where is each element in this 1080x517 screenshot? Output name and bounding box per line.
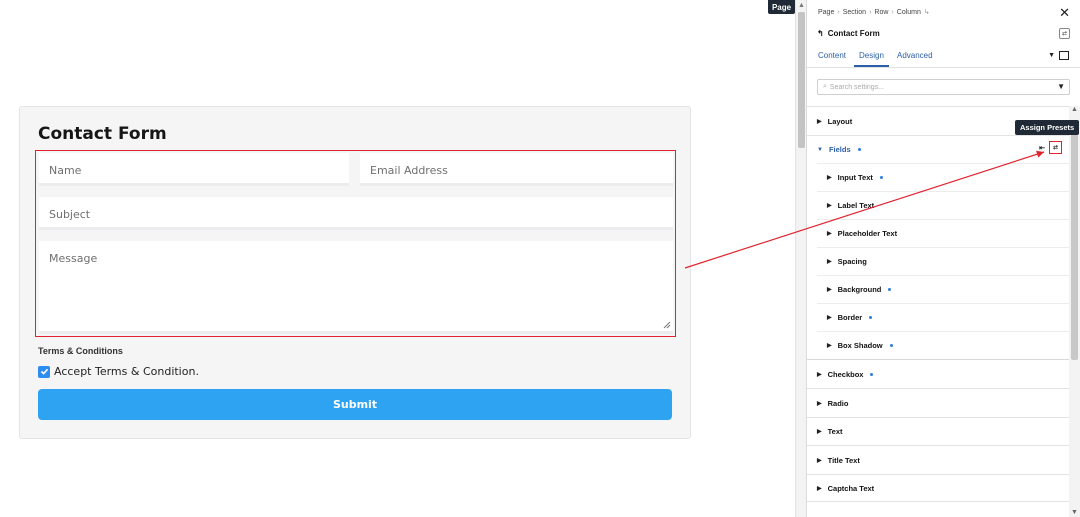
builder-canvas: Page Contact Form Name Email Address Sub… [0, 0, 795, 517]
reset-icon[interactable]: ⇤ [1039, 144, 1045, 152]
caret-down-icon: ▼ [817, 146, 823, 153]
device-square-icon[interactable] [1059, 51, 1069, 60]
page-tag[interactable]: Page [768, 0, 795, 14]
modified-dot [870, 372, 874, 376]
breadcrumb-row[interactable]: Row [874, 9, 888, 16]
subsection-box-shadow[interactable]: ▶ Box Shadow [817, 331, 1070, 359]
return-arrow-icon: ↳ [923, 9, 930, 16]
panel-title: Contact Form [827, 29, 880, 38]
section-label: Title Text [827, 455, 860, 465]
breadcrumb-page[interactable]: Page [818, 9, 834, 16]
filter-icon[interactable]: ▼ [1057, 82, 1065, 91]
contact-form-module[interactable]: Contact Form Name Email Address Subject … [19, 106, 691, 439]
caret-down-icon[interactable]: ▼ [1048, 52, 1055, 59]
settings-search-input[interactable]: ⌕ Search settings... ▼ [817, 79, 1070, 95]
tab-tools: ▼ [1048, 51, 1069, 60]
caret-right-icon: ▶ [827, 231, 832, 237]
subsection-placeholder-text[interactable]: ▶ Placeholder Text [817, 219, 1070, 247]
section-title-text[interactable]: ▶ Title Text [807, 445, 1070, 474]
terms-checkbox-text: Accept Terms & Condition. [54, 365, 199, 378]
scroll-up-icon[interactable]: ▲ [798, 2, 805, 9]
tab-content[interactable]: Content [818, 51, 846, 65]
subsection-label-text[interactable]: ▶ Label Text [817, 191, 1070, 219]
caret-right-icon: ▶ [817, 371, 822, 378]
search-placeholder: Search settings... [829, 83, 885, 91]
caret-right-icon: ▶ [817, 457, 822, 464]
tab-advanced[interactable]: Advanced [897, 51, 933, 65]
modified-dot [857, 148, 861, 151]
assign-presets-tooltip: Assign Presets [1015, 120, 1080, 135]
breadcrumb-section[interactable]: Section [843, 9, 866, 16]
terms-row[interactable]: Accept Terms & Condition. [38, 365, 199, 378]
canvas-scrollbar[interactable]: ▲ [795, 0, 806, 517]
section-checkbox[interactable]: ▶ Checkbox [807, 359, 1070, 388]
subsection-label: Input Text [837, 173, 873, 182]
modified-dot [879, 176, 883, 179]
subsection-spacing[interactable]: ▶ Spacing [817, 247, 1070, 275]
search-icon: ⌕ [823, 83, 827, 90]
terms-checkbox[interactable] [38, 365, 50, 378]
chevron-right-icon: › [837, 8, 840, 16]
subsection-label: Label Text [837, 201, 875, 210]
modified-dot [888, 288, 892, 291]
fields-highlight-box [35, 150, 676, 337]
chevron-right-icon: › [891, 8, 894, 16]
section-label: Fields [828, 145, 851, 154]
back-arrow-icon[interactable]: ↰ [817, 29, 824, 38]
caret-right-icon: ▶ [827, 343, 832, 349]
panel-tabs: Content Design Advanced ▼ [807, 46, 1080, 68]
section-label: Radio [827, 398, 849, 408]
subsection-border[interactable]: ▶ Border [817, 303, 1070, 331]
breadcrumb-column[interactable]: Column [897, 9, 921, 16]
panel-title-row: ↰ Contact Form [817, 29, 880, 38]
subsection-label: Background [837, 285, 882, 294]
check-icon [40, 368, 48, 375]
section-fields[interactable]: ▼ Fields ⇤ ⇄ [807, 135, 1070, 163]
panel-scrollbar[interactable]: ▲ ▼ [1069, 106, 1080, 517]
subsection-label: Placeholder Text [837, 229, 898, 238]
form-title: Contact Form [38, 124, 167, 144]
caret-right-icon: ▶ [827, 259, 832, 265]
canvas-scroll-thumb[interactable] [798, 12, 805, 148]
caret-right-icon: ▶ [817, 485, 822, 492]
caret-right-icon: ▶ [817, 400, 822, 407]
modified-dot [869, 316, 873, 319]
section-label: Captcha Text [827, 483, 875, 493]
panel-scroll-thumb[interactable] [1071, 120, 1078, 360]
chevron-right-icon: › [869, 8, 872, 16]
section-label: Text [827, 427, 843, 436]
caret-right-icon: ▶ [827, 203, 832, 209]
tab-design[interactable]: Design [854, 51, 889, 67]
section-label: Layout [827, 116, 853, 126]
assign-presets-button[interactable]: ⇄ [1049, 141, 1062, 154]
section-text[interactable]: ▶ Text [807, 417, 1070, 445]
section-label: Checkbox [827, 369, 864, 379]
caret-right-icon: ▶ [827, 315, 832, 321]
terms-label: Terms & Conditions [38, 346, 123, 356]
modified-dot [889, 344, 893, 347]
subsection-label: Box Shadow [837, 341, 883, 350]
scroll-down-icon[interactable]: ▼ [1071, 509, 1078, 516]
subsection-background[interactable]: ▶ Background [817, 275, 1070, 303]
breadcrumb: Page › Section › Row › Column ↳ [818, 8, 930, 17]
scroll-up-icon[interactable]: ▲ [1071, 106, 1078, 113]
caret-right-icon: ▶ [817, 429, 822, 435]
settings-panel: Page › Section › Row › Column ↳ ✕ ↰ Cont… [806, 0, 1080, 517]
caret-right-icon: ▶ [827, 287, 832, 293]
subsection-label: Border [837, 313, 863, 322]
section-captcha-text[interactable]: ▶ Captcha Text [807, 474, 1070, 502]
module-presets-icon[interactable]: ⇄ [1059, 28, 1070, 39]
subsection-input-text[interactable]: ▶ Input Text [817, 163, 1070, 191]
subsection-label: Spacing [837, 257, 867, 266]
close-icon[interactable]: ✕ [1059, 5, 1070, 21]
fields-tools: ⇤ ⇄ [1039, 141, 1062, 154]
caret-right-icon: ▶ [827, 175, 832, 181]
caret-right-icon: ▶ [817, 118, 822, 125]
section-radio[interactable]: ▶ Radio [807, 388, 1070, 417]
submit-button[interactable]: Submit [38, 389, 672, 420]
